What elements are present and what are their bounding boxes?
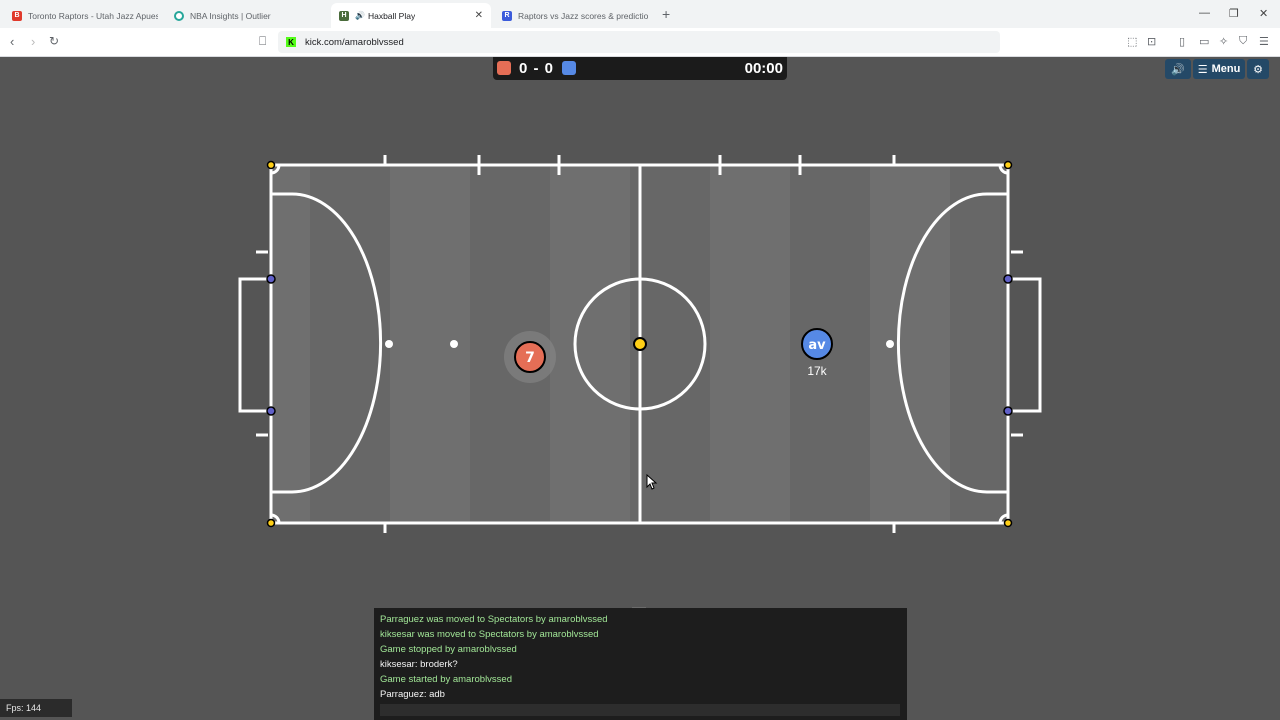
browser-tab-bar: B Toronto Raptors - Utah Jazz Apuesta NB… xyxy=(0,0,1280,28)
game-timer: 00:00 xyxy=(744,60,783,77)
chat-box: Parraguez was moved to Spectators by ama… xyxy=(374,608,907,720)
right-goal-post-bottom xyxy=(1003,406,1013,416)
brave-tab-favicon-icon: B xyxy=(12,10,22,21)
left-goal-post-bottom xyxy=(266,406,276,416)
new-tab-icon[interactable]: + xyxy=(662,6,670,22)
blue-team-indicator xyxy=(562,61,576,75)
kick-site-icon: K xyxy=(286,37,296,47)
corner-flag xyxy=(266,160,276,170)
tab-title: Haxball Play xyxy=(367,10,416,21)
browser-toolbar: ‹ › ↻ ⎕ K kick.com/amaroblvssed ⬚ ⊡ ▯ ▭ … xyxy=(0,28,1280,57)
tab-audio-icon[interactable]: 🔊 xyxy=(355,11,365,20)
ai-assistant-icon[interactable]: ✧ xyxy=(1219,35,1228,48)
haxball-favicon-icon: H xyxy=(339,10,349,21)
chat-message: Parraguez: adb xyxy=(380,689,445,700)
address-bar[interactable]: K kick.com/amaroblvssed xyxy=(278,31,1000,53)
speaker-icon: 🔊 xyxy=(1171,63,1185,76)
scoreboard: 0 - 0 00:00 xyxy=(493,57,787,80)
hamburger-icon: ☰ xyxy=(1197,63,1208,76)
scores-favicon-icon: R xyxy=(502,10,512,21)
menu-icon[interactable]: ☰ xyxy=(1259,35,1269,48)
minimize-icon[interactable]: — xyxy=(1199,7,1210,19)
red-player-avatar: 7 xyxy=(525,350,535,366)
sidebar-icon[interactable]: ▯ xyxy=(1179,35,1185,48)
tab-title: Toronto Raptors - Utah Jazz Apuesta xyxy=(28,10,158,21)
bookmark-icon[interactable]: ⎕ xyxy=(259,34,266,49)
tab-title: Raptors vs Jazz scores & predictions xyxy=(518,10,648,21)
red-team-indicator xyxy=(497,61,511,75)
menu-label: Menu xyxy=(1211,63,1241,75)
ball xyxy=(633,337,647,351)
corner-flag xyxy=(266,518,276,528)
chat-message: Game stopped by amaroblvssed xyxy=(380,644,517,655)
back-icon[interactable]: ‹ xyxy=(10,34,14,49)
wallet-icon[interactable]: ▭ xyxy=(1199,35,1209,48)
right-goal xyxy=(1008,277,1042,413)
gear-icon: ⚙ xyxy=(1253,63,1263,76)
tab-raptors-jazz-apuesta[interactable]: B Toronto Raptors - Utah Jazz Apuesta xyxy=(4,3,166,28)
tab-haxball-play[interactable]: H 🔊 Haxball Play ✕ xyxy=(331,3,491,28)
right-goal-post-top xyxy=(1003,274,1013,284)
score-text: 0 - 0 xyxy=(519,60,555,77)
extensions-icon[interactable]: ⬚ xyxy=(1127,35,1137,48)
restore-icon[interactable]: ❐ xyxy=(1229,7,1239,20)
game-controls: 🔊 ☰ Menu ⚙ xyxy=(1165,59,1269,79)
reload-icon[interactable]: ↻ xyxy=(49,34,59,48)
chat-message: Game started by amaroblvssed xyxy=(380,674,513,685)
chat-message: kiksesar was moved to Spectators by amar… xyxy=(380,629,599,640)
futsal-pitch: 7 av 17k xyxy=(238,155,1042,533)
tab-raptors-jazz-scores[interactable]: R Raptors vs Jazz scores & predictions xyxy=(494,3,656,28)
chat-message: kiksesar: broderk? xyxy=(380,659,458,670)
tab-nba-insights[interactable]: NBA Insights | Outlier xyxy=(166,3,330,28)
url-text: kick.com/amaroblvssed xyxy=(305,36,404,48)
left-goal-post-top xyxy=(266,274,276,284)
chat-input[interactable] xyxy=(380,704,900,716)
sound-button[interactable]: 🔊 xyxy=(1165,59,1191,79)
mouse-cursor-icon xyxy=(646,474,658,490)
close-tab-icon[interactable]: ✕ xyxy=(475,10,483,21)
forward-icon[interactable]: › xyxy=(31,34,35,49)
tab-title: NBA Insights | Outlier xyxy=(190,10,271,21)
corner-flag xyxy=(1003,518,1013,528)
blue-player-avatar: av xyxy=(808,338,826,353)
blue-player-name: 17k xyxy=(807,364,827,378)
menu-button[interactable]: ☰ Menu xyxy=(1193,59,1245,79)
chat-message: Parraguez was moved to Spectators by ama… xyxy=(380,614,608,625)
outlier-favicon-icon xyxy=(174,10,184,21)
left-penalty-spot xyxy=(385,340,393,348)
left-goal xyxy=(238,277,271,413)
shield-icon[interactable]: ⛉ xyxy=(1239,35,1247,48)
left-kickoff-spot xyxy=(450,340,458,348)
translate-icon[interactable]: ⊡ xyxy=(1147,35,1156,48)
corner-flag xyxy=(1003,160,1013,170)
haxball-game-stage[interactable]: 0 - 0 00:00 🔊 ☰ Menu ⚙ 7 av 17k Parrague… xyxy=(0,57,1280,720)
close-window-icon[interactable]: ✕ xyxy=(1259,7,1268,20)
fps-counter: Fps: 144 xyxy=(0,699,72,717)
right-penalty-spot xyxy=(886,340,894,348)
settings-button[interactable]: ⚙ xyxy=(1247,59,1269,79)
